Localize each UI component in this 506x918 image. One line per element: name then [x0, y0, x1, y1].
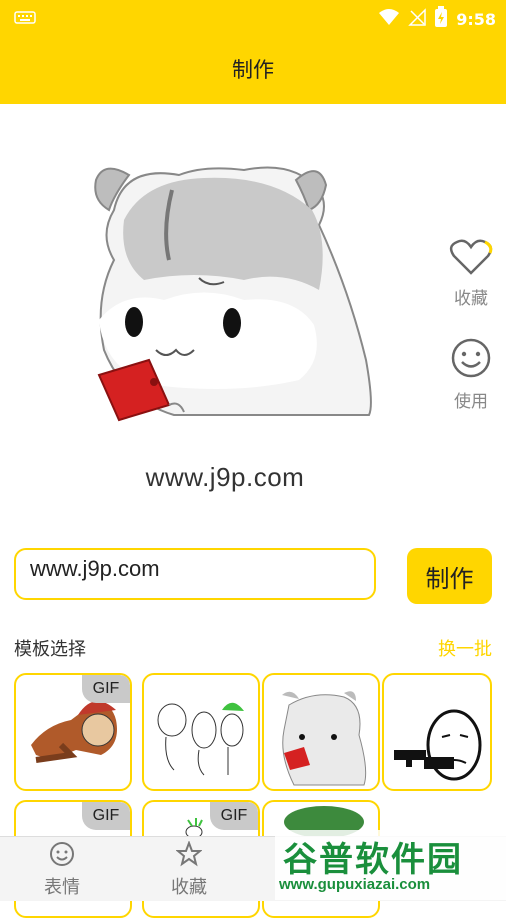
gif-badge: GIF	[82, 675, 130, 703]
watermark-url: www.gupuxiazai.com	[279, 876, 431, 893]
template-tile[interactable]	[262, 673, 380, 791]
use-button[interactable]: 使用	[446, 337, 496, 412]
favorite-button[interactable]: 收藏	[446, 238, 496, 309]
meme-preview-image	[84, 150, 384, 425]
nav-label-emoji: 表情	[44, 877, 80, 898]
use-label: 使用	[454, 392, 488, 412]
wifi-icon	[378, 8, 400, 30]
app-header: 制作	[0, 34, 506, 104]
make-button[interactable]: 制作	[407, 548, 492, 604]
battery-charging-icon	[434, 6, 448, 32]
watermark-logo: 谷普软件园 www.gupuxiazai.com	[275, 830, 506, 900]
keyboard-icon	[14, 9, 36, 28]
template-tile[interactable]: GIF	[14, 673, 132, 791]
template-thumbnail	[394, 709, 482, 781]
meme-caption: www.j9p.com	[145, 462, 305, 492]
smile-icon	[450, 337, 492, 383]
template-thumbnail	[157, 702, 244, 776]
star-icon	[175, 840, 203, 871]
no-signal-icon	[408, 8, 426, 30]
caption-input[interactable]: www.j9p.com	[14, 548, 376, 600]
status-bar: 9:58	[0, 0, 506, 34]
nav-label-favorites: 收藏	[171, 877, 207, 898]
template-tile[interactable]	[142, 673, 260, 791]
template-tile[interactable]	[382, 673, 492, 791]
gif-badge: GIF	[82, 802, 130, 830]
refresh-templates-button[interactable]: 换一批	[438, 635, 492, 661]
smile-icon	[49, 841, 75, 871]
status-time: 9:58	[456, 9, 496, 29]
favorite-label: 收藏	[454, 289, 488, 309]
gif-badge: GIF	[210, 802, 258, 830]
template-thumbnail	[282, 691, 367, 786]
page-title: 制作	[232, 58, 274, 82]
nav-item-favorites[interactable]: 收藏	[154, 840, 224, 899]
nav-item-emoji[interactable]: 表情	[27, 841, 97, 899]
watermark-title: 谷普软件园	[283, 840, 463, 880]
heart-icon	[449, 238, 493, 280]
template-section-title: 模板选择	[14, 639, 86, 660]
